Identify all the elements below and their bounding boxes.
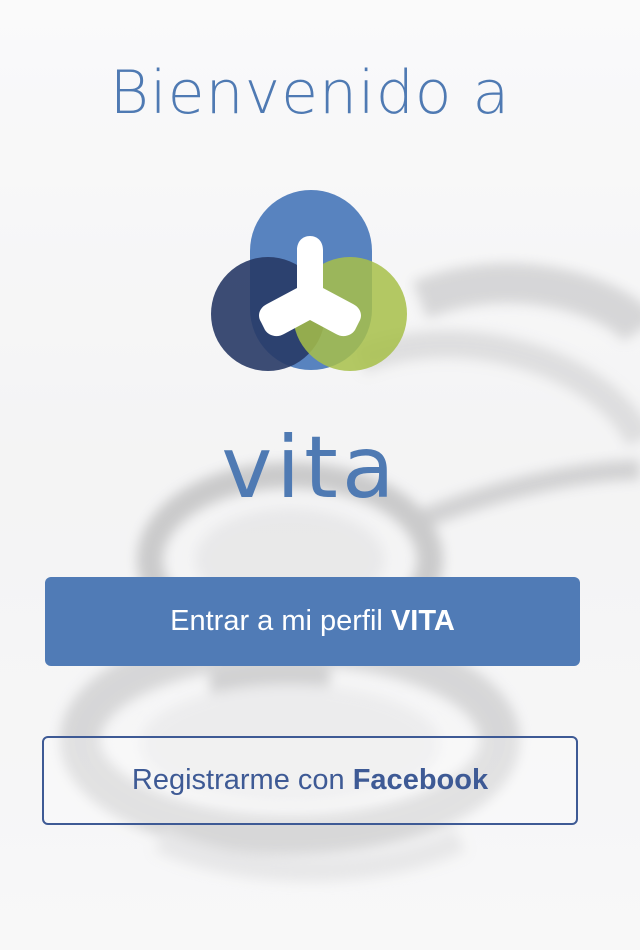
login-button-brand: VITA [390, 605, 455, 637]
facebook-register-button[interactable]: Registrarme con Facebook [42, 736, 578, 825]
login-button-label: Entrar a mi perfil [170, 605, 391, 637]
vita-logo-icon [211, 190, 407, 371]
login-button[interactable]: Entrar a mi perfil VITA [45, 577, 580, 666]
brand-name: vita [221, 418, 399, 518]
facebook-button-brand: Facebook [352, 764, 489, 796]
welcome-title: Bienvenido a [109, 58, 511, 128]
facebook-button-label: Registrarme con [131, 764, 353, 796]
